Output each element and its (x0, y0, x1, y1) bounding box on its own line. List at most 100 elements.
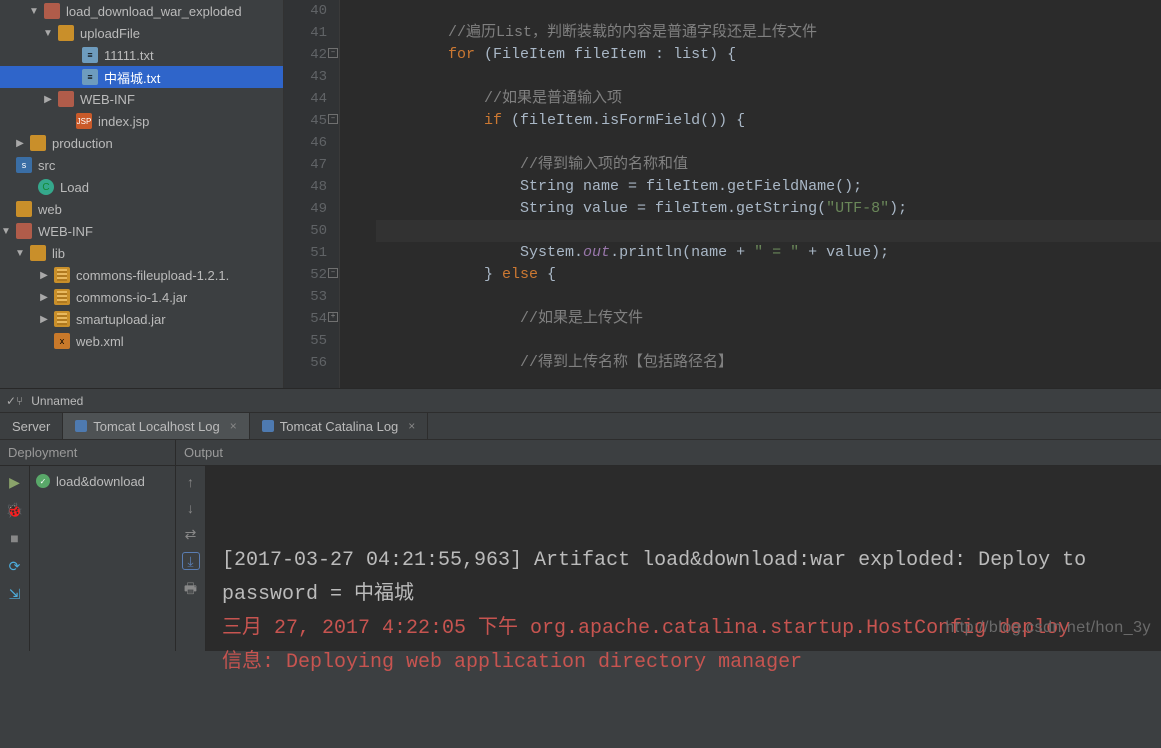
status-ok-icon: ✓ (36, 474, 50, 488)
expand-arrow-icon[interactable] (42, 28, 54, 39)
tree-item-label: index.jsp (96, 114, 149, 129)
code-line[interactable]: String value = fileItem.getString("UTF-8… (376, 198, 1161, 220)
folder-icon (58, 25, 74, 41)
stop-icon[interactable]: ■ (6, 530, 24, 548)
console-output[interactable]: [2017-03-27 04:21:55,963] Artifact load&… (206, 466, 1161, 651)
deployment-pane[interactable]: ✓ load&download (30, 466, 176, 651)
code-line[interactable]: System.out.println(name + " = " + value)… (376, 242, 1161, 264)
deployment-item[interactable]: load&download (56, 474, 145, 489)
line-number: 46 (284, 132, 327, 154)
code-line[interactable] (376, 220, 1161, 242)
tree-item[interactable]: commons-io-1.4.jar (0, 286, 283, 308)
fold-marker-icon[interactable]: – (328, 48, 338, 58)
expand-arrow-icon[interactable] (0, 226, 12, 237)
tab-tomcat-localhost-log[interactable]: Tomcat Localhost Log × (63, 413, 249, 439)
folder-red-icon (16, 223, 32, 239)
output-header: Deployment Output (0, 440, 1161, 466)
tree-item-label: production (50, 136, 113, 151)
line-number: 44 (284, 88, 327, 110)
tree-item[interactable]: ≡11111.txt (0, 44, 283, 66)
fold-marker-icon[interactable]: – (328, 114, 338, 124)
code-line[interactable]: //如果是上传文件 (376, 308, 1161, 330)
tree-item[interactable]: xweb.xml (0, 330, 283, 352)
output-tabs[interactable]: Server Tomcat Localhost Log × Tomcat Cat… (0, 412, 1161, 440)
tree-item[interactable]: uploadFile (0, 22, 283, 44)
line-number: 41 (284, 22, 327, 44)
code-line[interactable]: //如果是普通输入项 (376, 88, 1161, 110)
lib-icon (54, 289, 70, 305)
tree-item[interactable]: ssrc (0, 154, 283, 176)
tree-item[interactable]: commons-fileupload-1.2.1. (0, 264, 283, 286)
tree-item[interactable]: production (0, 132, 283, 154)
line-number: 52 (284, 264, 327, 286)
refresh-icon[interactable]: ⟳ (6, 558, 24, 576)
tree-item-label: lib (50, 246, 65, 261)
code-line[interactable] (376, 330, 1161, 352)
tab-tomcat-catalina-log[interactable]: Tomcat Catalina Log × (250, 413, 429, 439)
code-line[interactable]: if (fileItem.isFormField()) { (376, 110, 1161, 132)
watermark-text: http://blog.csdn.net/hon_3y (945, 611, 1151, 645)
up-icon[interactable]: ↑ (182, 474, 200, 492)
folder-red-icon (44, 3, 60, 19)
tree-item[interactable]: WEB-INF (0, 220, 283, 242)
tree-item-label: web (36, 202, 62, 217)
run-config-name: Unnamed (31, 394, 83, 408)
tree-item[interactable]: WEB-INF (0, 88, 283, 110)
deploy-icon[interactable]: ⇲ (6, 586, 24, 604)
tab-label: Tomcat Catalina Log (280, 419, 399, 434)
code-line[interactable] (376, 132, 1161, 154)
project-tree[interactable]: load_download_war_explodeduploadFile≡111… (0, 0, 283, 388)
line-number: 51 (284, 242, 327, 264)
code-line[interactable]: //得到上传名称【包括路径名】 (376, 352, 1161, 374)
tree-item[interactable]: ≡中福城.txt (0, 66, 283, 88)
code-line[interactable]: for (FileItem fileItem : list) { (376, 44, 1161, 66)
run-toolbar-left[interactable]: ▶ 🐞 ■ ⟳ ⇲ (0, 466, 30, 651)
code-line[interactable]: String name = fileItem.getFieldName(); (376, 176, 1161, 198)
code-editor[interactable]: – – – + 40414243444546474849505152535455… (283, 0, 1161, 388)
tree-item[interactable]: lib (0, 242, 283, 264)
console-toolbar[interactable]: ↑ ↓ ⇄ ⤓ 🖶 (176, 466, 206, 651)
folder-red-icon (58, 91, 74, 107)
code-line[interactable]: //遍历List，判断装载的内容是普通字段还是上传文件 (376, 22, 1161, 44)
code-line[interactable] (376, 0, 1161, 22)
wrap-icon[interactable]: ⇄ (182, 526, 200, 544)
code-line[interactable] (376, 286, 1161, 308)
tree-item[interactable]: smartupload.jar (0, 308, 283, 330)
expand-arrow-icon[interactable] (14, 248, 26, 259)
debug-icon[interactable]: 🐞 (6, 502, 24, 520)
expand-arrow-icon[interactable] (38, 270, 50, 281)
code-line[interactable]: } else { (376, 264, 1161, 286)
tree-item-label: 11111.txt (102, 48, 154, 63)
down-icon[interactable]: ↓ (182, 500, 200, 518)
xml-icon: x (54, 333, 70, 349)
fold-marker-icon[interactable]: + (328, 312, 338, 322)
tree-item[interactable]: CLoad (0, 176, 283, 198)
expand-arrow-icon[interactable] (38, 314, 50, 325)
expand-arrow-icon[interactable] (42, 94, 54, 105)
file-icon: ≡ (82, 69, 98, 85)
print-icon[interactable]: 🖶 (182, 578, 200, 596)
tree-item-label: commons-io-1.4.jar (74, 290, 187, 305)
line-number: 45 (284, 110, 327, 132)
tomcat-icon (262, 420, 274, 432)
expand-arrow-icon[interactable] (28, 6, 40, 17)
close-icon[interactable]: × (408, 419, 415, 433)
fold-marker-icon[interactable]: – (328, 268, 338, 278)
tree-item[interactable]: JSPindex.jsp (0, 110, 283, 132)
lib-icon (54, 267, 70, 283)
close-icon[interactable]: × (230, 419, 237, 433)
expand-arrow-icon[interactable] (14, 138, 26, 149)
tree-item-label: src (36, 158, 55, 173)
line-number: 56 (284, 352, 327, 374)
tree-item[interactable]: load_download_war_exploded (0, 0, 283, 22)
code-line[interactable]: //得到输入项的名称和值 (376, 154, 1161, 176)
scroll-end-icon[interactable]: ⤓ (182, 552, 200, 570)
run-icon[interactable]: ▶ (6, 474, 24, 492)
code-line[interactable] (376, 66, 1161, 88)
code-area[interactable]: //遍历List，判断装载的内容是普通字段还是上传文件 for (FileIte… (340, 0, 1161, 388)
tab-server[interactable]: Server (0, 413, 63, 439)
expand-arrow-icon[interactable] (38, 292, 50, 303)
tree-item[interactable]: web (0, 198, 283, 220)
line-number: 43 (284, 66, 327, 88)
editor-gutter: – – – + 40414243444546474849505152535455… (284, 0, 340, 388)
